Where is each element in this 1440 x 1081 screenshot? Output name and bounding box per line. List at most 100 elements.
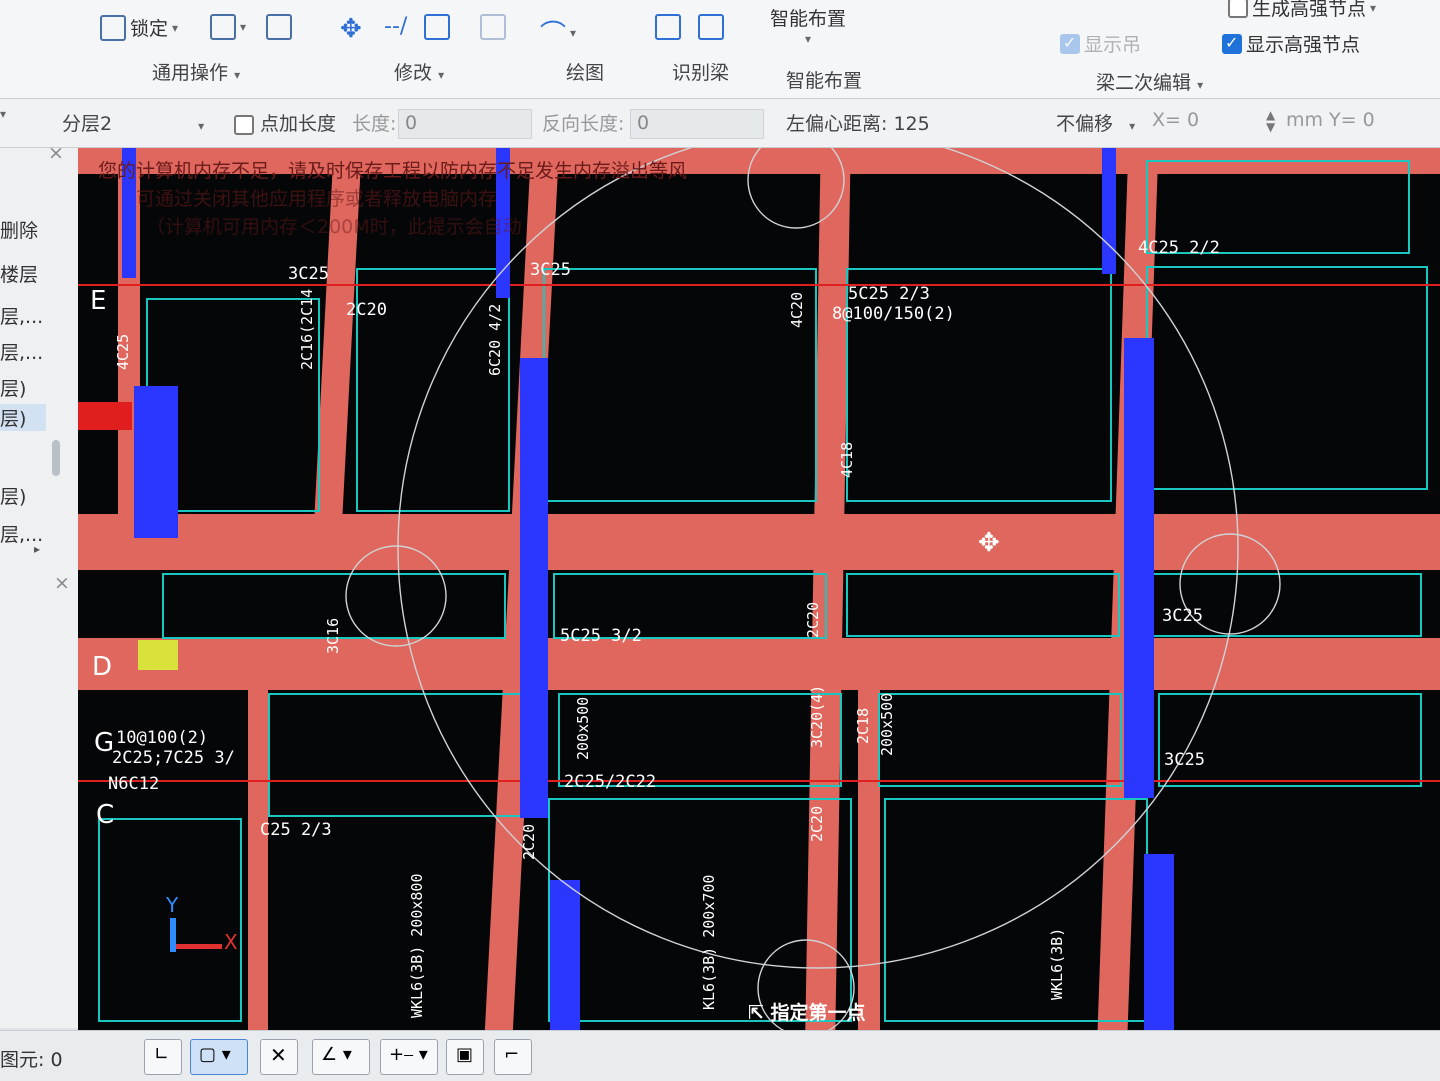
drawing-canvas[interactable]: 您的计算机内存不足，请及时保存工程以防内存不足发生内存溢出等风 可通过关闭其他应… bbox=[78, 148, 1440, 1030]
arc-icon: ⌐ bbox=[504, 1044, 520, 1065]
close-icon[interactable]: × bbox=[48, 142, 64, 164]
snap-circle bbox=[747, 148, 845, 229]
group-smart-layout[interactable]: 智能布置 bbox=[786, 66, 862, 93]
left-item-delete[interactable]: 删除 bbox=[0, 216, 38, 243]
beam-label: 2C25;7C25 3/ bbox=[112, 748, 235, 768]
x-stepper[interactable]: ▲ ▼ bbox=[1266, 109, 1275, 133]
left-item-layer-4[interactable]: 层) bbox=[0, 404, 46, 431]
generate-bolt-node-toggle[interactable]: 生成高强节点 ▾ bbox=[1228, 0, 1376, 21]
ortho-button[interactable]: ∟ bbox=[144, 1039, 182, 1075]
show-hint-toggle[interactable]: 显示吊 bbox=[1060, 30, 1141, 57]
beam-label: 2C25/2C22 bbox=[564, 772, 657, 792]
close-icon[interactable]: × bbox=[54, 572, 70, 594]
length-label: 长度: bbox=[352, 113, 397, 135]
column-label: 4C25 bbox=[114, 333, 132, 370]
grid-view-button[interactable] bbox=[266, 14, 292, 40]
lock-button[interactable]: 锁定 ▾ bbox=[100, 14, 178, 41]
grid-icon bbox=[266, 14, 292, 40]
memory-warning-3: （计算机可用内存＜200M时，此提示会自动 bbox=[146, 216, 522, 238]
column-label: 3C20(4) bbox=[808, 684, 826, 748]
axis-label-c: C bbox=[96, 800, 115, 830]
column-label: 2C20 bbox=[804, 601, 822, 638]
smart-layout-button[interactable]: 智能布置 bbox=[770, 4, 846, 31]
beam-label: 5C25 3/2 bbox=[560, 626, 642, 646]
offset-mode-dropdown[interactable]: 不偏移 ▾ bbox=[1056, 109, 1135, 136]
cross-icon: ✕ bbox=[270, 1043, 287, 1067]
extend-icon: --/ bbox=[384, 14, 408, 39]
arc-draw-button[interactable]: ⌒ ▾ bbox=[540, 14, 576, 51]
length-input[interactable]: 0 bbox=[398, 109, 532, 139]
group-draw[interactable]: 绘图 bbox=[566, 58, 604, 85]
status-bar: 图元: 0 ∟ ▢ ▾ ✕ ∠ ▾ +⎯ ▾ ▣ ⌐ bbox=[0, 1030, 1440, 1081]
arc-icon: ⌒ bbox=[540, 20, 567, 50]
extend-button[interactable]: --/ bbox=[384, 14, 407, 39]
column-label: 2C16(2C14 bbox=[298, 288, 316, 370]
snap-button[interactable]: ▢ ▾ bbox=[190, 1039, 248, 1075]
y-field[interactable]: mm Y= 0 bbox=[1286, 109, 1375, 131]
show-bolt-node-toggle[interactable]: 显示高强节点 bbox=[1222, 30, 1360, 57]
element-count: 图元: 0 bbox=[0, 1049, 63, 1071]
beam-label: 8@100/150(2) bbox=[832, 304, 955, 324]
axis-label-d: D bbox=[92, 652, 113, 682]
column-label: 2C20 bbox=[520, 823, 538, 860]
beam-label: 10@100(2) bbox=[116, 728, 209, 748]
x-field[interactable]: X= 0 bbox=[1152, 109, 1199, 131]
left-item-layer-1[interactable]: 层,... bbox=[0, 302, 43, 329]
chevron-down-icon: ▾ bbox=[1197, 78, 1204, 92]
ucs-axis-x bbox=[176, 944, 222, 949]
beam-label: 3C25 bbox=[288, 264, 329, 284]
chevron-down-icon[interactable]: ▾ bbox=[0, 107, 6, 121]
scrollbar-thumb[interactable] bbox=[52, 440, 60, 476]
left-item-floor[interactable]: 楼层 bbox=[0, 260, 38, 287]
axis-label-e: E bbox=[90, 286, 107, 316]
move-cursor-icon: ✥ bbox=[978, 528, 1000, 558]
beam-label: 5C25 2/3 bbox=[848, 284, 930, 304]
chevron-down-icon: ▾ bbox=[1129, 119, 1136, 133]
layers-icon bbox=[210, 14, 236, 40]
layer-select-button[interactable]: ▾ bbox=[210, 14, 246, 40]
group-recognize-beam[interactable]: 识别梁 bbox=[672, 58, 729, 85]
move-button[interactable]: ✥ bbox=[340, 14, 362, 44]
left-item-layer-3[interactable]: 层) bbox=[0, 374, 26, 401]
snap-circles bbox=[345, 148, 1281, 1030]
add-length-checkbox[interactable]: 点加长度 bbox=[234, 109, 336, 136]
chevron-right-icon[interactable]: ▸ bbox=[34, 542, 40, 556]
angle-button[interactable]: ∠ ▾ bbox=[312, 1039, 370, 1075]
group-modify[interactable]: 修改 ▾ bbox=[394, 58, 444, 85]
snap-icon: ▢ ▾ bbox=[199, 1044, 231, 1065]
span-icon bbox=[698, 14, 724, 40]
chevron-down-icon: ▾ bbox=[1370, 0, 1377, 15]
chevron-down-icon: ▾ bbox=[570, 25, 577, 40]
chevron-down-icon[interactable]: ▾ bbox=[805, 32, 811, 46]
checkbox bbox=[1228, 0, 1248, 18]
checkbox bbox=[234, 114, 254, 135]
beam-label: 3C25 bbox=[530, 260, 571, 280]
arc-button[interactable]: ⌐ bbox=[494, 1039, 532, 1075]
group-beam-edit[interactable]: 梁二次编辑 ▾ bbox=[1096, 68, 1203, 95]
column-label: 2C20 bbox=[808, 805, 826, 842]
reverse-length-input[interactable]: 0 bbox=[630, 109, 764, 139]
view-icon: ▣ bbox=[456, 1044, 474, 1065]
left-item-layer-2[interactable]: 层,... bbox=[0, 338, 43, 365]
command-prompt: ⇱ 指定第一点 bbox=[748, 1002, 866, 1024]
memory-warning: 您的计算机内存不足，请及时保存工程以防内存不足发生内存溢出等风 bbox=[98, 160, 688, 182]
chevron-down-icon: ▾ bbox=[438, 68, 445, 82]
left-item-layer-5[interactable]: 层) bbox=[0, 482, 26, 509]
snap-circle bbox=[345, 545, 447, 647]
checkbox bbox=[1060, 33, 1080, 54]
left-offset-field[interactable]: 左偏心距离: 125 bbox=[786, 109, 930, 136]
copy-button[interactable] bbox=[424, 14, 450, 40]
cross-select-button[interactable]: ✕ bbox=[260, 1039, 298, 1075]
cursor-icon: ⇱ bbox=[748, 1002, 771, 1024]
memory-warning-2: 可通过关闭其他应用程序或者释放电脑内存 bbox=[136, 188, 498, 210]
mirror-button[interactable] bbox=[480, 14, 506, 40]
recognize-beam-button[interactable] bbox=[655, 14, 681, 40]
mirror-icon bbox=[480, 14, 506, 40]
checkbox bbox=[1222, 33, 1242, 54]
dimension-button[interactable]: +⎯ ▾ bbox=[380, 1039, 438, 1075]
group-general[interactable]: 通用操作 ▾ bbox=[152, 58, 240, 85]
recognize-span-button[interactable] bbox=[698, 14, 724, 40]
layer-dropdown[interactable]: 分层2 ▾ bbox=[62, 109, 204, 136]
column-label: 2C18 bbox=[854, 707, 872, 744]
view-button[interactable]: ▣ bbox=[446, 1039, 484, 1075]
